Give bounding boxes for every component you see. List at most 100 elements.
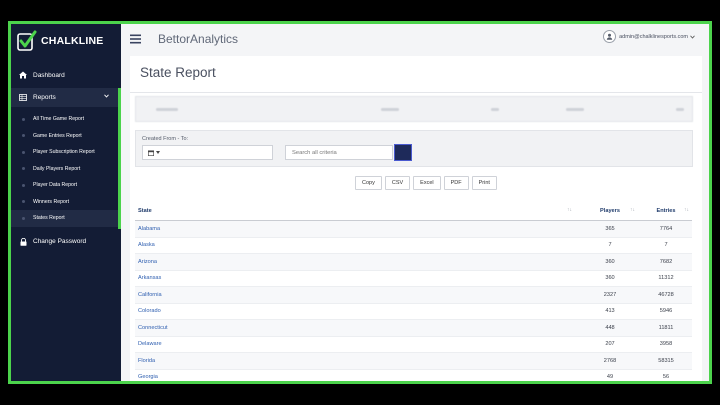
hamburger-menu-icon[interactable] [130,34,142,44]
pdf-button[interactable]: PDF [443,176,469,190]
bullet-icon [22,117,25,121]
sidebar-item-change-password[interactable]: Change Password [11,231,121,253]
created-range-label: Created From - To: [142,136,189,142]
cell-entries: 7 [664,242,668,249]
table-row: California 2327 46728 [135,287,692,304]
sidebar-subitem-winners-report[interactable]: Winners Report [11,194,118,211]
cell-players: 365 [605,225,615,232]
excel-button[interactable]: Excel [413,176,441,190]
sort-icon: ↑↓ [567,206,572,213]
cell-entries: 58315 [658,357,674,364]
column-header-label: State [138,207,152,214]
sidebar-subitem-label: Player Data Report [33,182,78,189]
column-header-label: Players [600,207,620,214]
sidebar-subitem-game-entries-report[interactable]: Game Entries Report [11,128,118,145]
cell-state: Delaware [138,341,162,348]
sidebar-subitem-label: Daily Players Report [33,165,81,172]
cell-players: 2327 [603,291,617,298]
table-row: Connecticut 448 11811 [135,320,692,337]
state-report-table: State ↑↓ Players ↑↓ Entries ↑↓ Alabama 36… [135,201,692,381]
logo[interactable]: CHALKLINE [11,24,121,57]
table-body: Alabama 365 7764 Alaska 7 7 Arizona 360 7682 A… [135,221,692,381]
sidebar-subitem-all-time-game-report[interactable]: All Time Game Report [11,111,118,128]
chevron-down-icon [104,94,109,98]
table-row: Florida 2768 58315 [135,353,692,370]
cell-entries: 56 [662,374,670,381]
calendar-icon [148,149,154,156]
table-row: Arizona 360 7682 [135,254,692,271]
blurred-summary-bar [135,96,693,122]
export-toolbar: Copy CSV Excel PDF Print [355,176,497,190]
sidebar-subitem-label: Winners Report [33,198,70,205]
cell-state: Colorado [138,308,161,315]
csv-button[interactable]: CSV [384,176,411,190]
table-row: Colorado 413 5946 [135,304,692,320]
bullet-icon [22,183,25,187]
sidebar-item-dashboard[interactable]: Dashboard [11,64,121,86]
sidebar-subitem-player-subscription-report[interactable]: Player Subscription Report [11,144,118,161]
cell-entries: 46728 [658,291,674,298]
table-row: Arkansas 360 11312 [135,271,692,287]
search-button[interactable] [394,144,412,161]
search-placeholder: Search all criteria [292,149,337,156]
cell-entries: 7682 [659,258,673,265]
column-header-state[interactable]: State ↑↓ [135,206,580,214]
sidebar-subitem-daily-players-report[interactable]: Daily Players Report [11,161,118,178]
sidebar-item-reports[interactable]: Reports [11,88,121,107]
user-menu[interactable]: admin@chalklinesports.com [603,30,695,43]
main-panel: State Report Created From - To: Search a… [130,56,702,381]
cell-state: Florida [138,357,156,364]
search-input[interactable]: Search all criteria [285,145,393,160]
user-avatar-icon [603,30,617,43]
bullet-icon [22,134,25,138]
cell-state: Arkansas [138,275,162,282]
cell-entries: 11811 [658,324,674,331]
app-title: BettorAnalytics [158,31,239,46]
table-header: State ↑↓ Players ↑↓ Entries ↑↓ [135,201,692,221]
top-bar: BettorAnalytics admin@chalklinesports.co… [121,24,709,53]
cell-players: 413 [605,308,615,315]
cell-players: 2768 [603,357,617,364]
app-window: CHALKLINE Dashboard Reports All Time Gam… [8,21,712,384]
column-header-entries[interactable]: Entries ↑↓ [640,206,692,214]
sidebar-subitem-label: Player Subscription Report [33,149,95,156]
sidebar-subitem-label: States Report [33,215,65,222]
page-title: State Report [140,65,216,80]
chevron-down-icon [690,35,695,39]
sidebar-subitem-label: All Time Game Report [33,116,85,123]
sort-icon: ↑↓ [684,206,689,213]
cell-players: 360 [605,258,615,265]
bullet-icon [22,150,25,154]
cell-entries: 7764 [659,225,673,232]
cell-state: Arizona [138,258,157,265]
reports-submenu: All Time Game Report Game Entries Report… [11,107,121,229]
sidebar-item-label: Change Password [33,238,87,245]
sidebar-subitem-player-data-report[interactable]: Player Data Report [11,177,118,194]
cell-entries: 11312 [658,275,674,282]
sidebar-subitem-label: Game Entries Report [33,132,82,139]
filter-panel: Created From - To: Search all criteria [135,130,693,167]
cell-entries: 5946 [659,308,673,315]
cell-players: 207 [605,341,615,348]
column-header-players[interactable]: Players ↑↓ [580,206,640,214]
copy-button[interactable]: Copy [355,176,382,190]
cell-state: Alaska [138,242,155,249]
cell-state: California [138,291,162,298]
cell-players: 49 [606,374,614,381]
brand-name: CHALKLINE [41,34,104,47]
cell-entries: 3958 [659,341,673,348]
bullet-icon [22,200,25,204]
checkmark-logo-icon [17,30,37,51]
sort-icon: ↑↓ [630,206,635,213]
table-row: Alabama 365 7764 [135,221,692,238]
table-icon [19,94,27,102]
print-button[interactable]: Print [471,176,497,190]
sidebar-subitem-states-report[interactable]: States Report [11,210,118,227]
bullet-icon [22,216,25,220]
bullet-icon [22,167,25,171]
lock-icon [19,237,27,246]
cell-state: Alabama [138,225,161,232]
cell-players: 448 [605,324,615,331]
date-range-picker[interactable] [142,145,273,160]
cell-players: 7 [608,242,612,249]
